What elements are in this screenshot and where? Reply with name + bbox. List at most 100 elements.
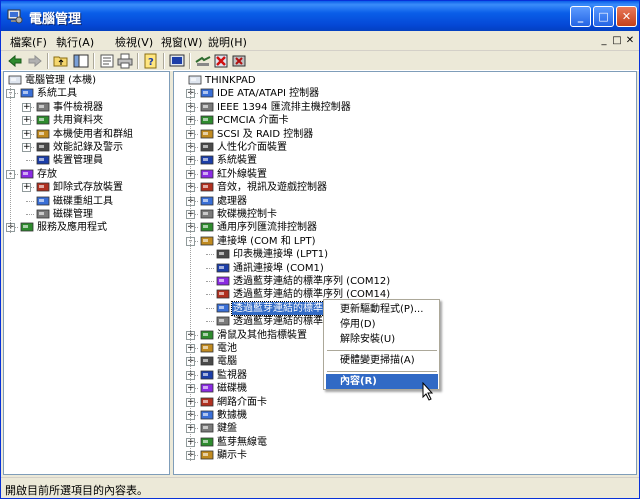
tree-trunk-line — [10, 86, 11, 234]
console-tree-pane[interactable]: 電腦管理 (本機) - 系統工具 + 事件檢視器 + 共用資料夾 + 本機使用者和群組 + 效能記錄… — [3, 71, 170, 475]
device-category-icon — [200, 142, 214, 152]
device-category-icon — [200, 343, 214, 353]
title-bar[interactable]: 電腦管理 _ □ ✕ — [1, 1, 639, 31]
menu-update-driver[interactable]: 更新驅動程式(P)... — [326, 302, 438, 317]
tree-item-label: 磁碟重組工具 — [53, 195, 113, 207]
device-category-icon — [216, 316, 230, 326]
tree-item-label: IDE ATA/ATAPI 控制器 — [217, 88, 320, 100]
device-category-icon — [216, 303, 230, 313]
show-hide-tree-icon[interactable] — [73, 53, 89, 69]
toolbar-separator — [163, 53, 165, 69]
device-category-icon — [36, 129, 50, 138]
device-category-icon — [36, 182, 50, 192]
tree-item-label: 監視器 — [217, 369, 247, 381]
menu-separator — [327, 371, 437, 372]
device-category-icon — [216, 249, 230, 259]
tree-item-label: 卸除式存放裝置 — [53, 182, 123, 194]
device-category-icon — [216, 276, 230, 286]
tree-item-label: 共用資料夾 — [53, 115, 103, 127]
computer-icon — [8, 75, 22, 85]
tree-item-label: 透過藍芽連結的標準 — [233, 316, 323, 328]
device-category-icon — [36, 196, 50, 205]
menu-action[interactable]: 執行(A) — [56, 34, 94, 50]
tree-item-label: 系統工具 — [37, 88, 77, 100]
mdi-minimize-button[interactable]: _ — [597, 35, 611, 47]
up-folder-icon[interactable] — [53, 53, 69, 69]
tree-item-label: 通訊連接埠 (COM1) — [233, 262, 324, 274]
computer-management-window: 電腦管理 _ □ ✕ 檔案(F) 執行(A) 檢視(V) 視窗(W) 說明(H)… — [0, 0, 640, 499]
device-category-icon — [20, 222, 34, 232]
tree-root-label: 電腦管理 (本機) — [25, 75, 96, 86]
tree-item-label: 連接埠 (COM 和 LPT) — [217, 235, 316, 247]
expand-toggle[interactable]: + — [22, 129, 31, 139]
menu-separator — [327, 350, 437, 351]
device-category-icon — [200, 236, 214, 246]
device-category-icon — [36, 115, 50, 125]
device-category-icon — [200, 88, 214, 98]
toolbar-separator — [93, 53, 95, 69]
minimize-button[interactable]: _ — [570, 6, 591, 27]
scan-hardware-icon[interactable] — [195, 53, 211, 69]
device-category-icon — [200, 330, 214, 339]
menu-window[interactable]: 視窗(W) — [161, 34, 202, 50]
device-category-icon — [200, 115, 214, 125]
tree-item-label: 電腦 — [217, 356, 237, 368]
device-category-icon — [200, 169, 214, 179]
tree-item-label: 人性化介面裝置 — [217, 142, 287, 153]
tree-item-label: 通用序列匯流排控制器 — [217, 222, 317, 234]
console-icon[interactable] — [169, 53, 185, 69]
tree-connector — [206, 294, 214, 296]
expand-toggle[interactable]: + — [22, 102, 31, 112]
tree-item-label: 網路介面卡 — [217, 396, 267, 408]
mdi-close-button[interactable]: ✕ — [623, 35, 637, 47]
menu-scan-hardware-changes[interactable]: 硬體變更掃描(A) — [326, 353, 438, 368]
menu-bar: 檔案(F) 執行(A) 檢視(V) 視窗(W) 說明(H) _ □ ✕ — [1, 31, 639, 51]
tree-connector — [206, 321, 214, 323]
window-title: 電腦管理 — [29, 12, 82, 27]
device-category-icon — [20, 88, 34, 98]
toolbar-separator — [189, 53, 191, 69]
expand-toggle[interactable]: + — [22, 143, 31, 152]
tree-item-label: 本機使用者和群組 — [53, 128, 133, 140]
help-icon[interactable]: ? — [143, 53, 159, 69]
device-category-icon — [200, 196, 214, 205]
menu-file[interactable]: 檔案(F) — [10, 34, 47, 50]
tree-item-label: 顯示卡 — [217, 450, 247, 462]
maximize-button[interactable]: □ — [593, 6, 614, 27]
tree-item-label: 鍵盤 — [217, 423, 237, 435]
tree-connector — [26, 160, 34, 162]
tree-item-label: 音效，視訊及遊戲控制器 — [217, 182, 327, 194]
tree-root-label: THINKPAD — [205, 75, 256, 86]
tree-item-label: PCMCIA 介面卡 — [217, 115, 289, 127]
tree-item-label: 服務及應用程式 — [37, 222, 107, 234]
device-category-icon — [216, 263, 230, 272]
menu-help[interactable]: 說明(H) — [208, 34, 247, 50]
tree-item-label: 透過藍芽連結的標準序列 (COM12) — [233, 276, 391, 287]
menu-disable[interactable]: 停用(D) — [326, 317, 438, 332]
status-text: 開啟目前所選項目的內容表。 — [5, 484, 148, 497]
mouse-pointer-icon — [422, 382, 434, 401]
tree-item-label: 滑鼠及其他指標裝置 — [217, 329, 307, 341]
expand-toggle[interactable]: + — [22, 116, 31, 126]
device-category-icon — [20, 169, 34, 179]
expand-toggle[interactable]: + — [22, 183, 31, 193]
tree-item-label: IEEE 1394 匯流排主機控制器 — [217, 101, 351, 113]
print-icon[interactable] — [117, 53, 133, 69]
uninstall-icon[interactable] — [213, 53, 229, 69]
forward-arrow-icon[interactable] — [27, 53, 43, 69]
disable-icon[interactable] — [231, 53, 247, 69]
menu-view[interactable]: 檢視(V) — [115, 34, 153, 50]
device-category-icon — [200, 356, 214, 366]
tree-trunk-line — [190, 86, 191, 462]
context-menu: 更新驅動程式(P)... 停用(D) 解除安裝(U) 硬體變更掃描(A) 內容(… — [323, 299, 440, 390]
toolbar-separator — [137, 53, 139, 69]
tree-item-label: 裝置管理員 — [53, 155, 103, 167]
back-arrow-icon[interactable] — [7, 53, 23, 69]
tree-connector — [206, 254, 214, 256]
mdi-restore-button[interactable]: □ — [610, 35, 624, 47]
menu-uninstall[interactable]: 解除安裝(U) — [326, 332, 438, 347]
properties-icon[interactable] — [99, 53, 115, 69]
close-button[interactable]: ✕ — [616, 6, 637, 27]
tree-connector — [206, 267, 214, 269]
device-tree-pane[interactable]: THINKPAD + IDE ATA/ATAPI 控制器 + IEEE 1394 匯流排… — [173, 71, 637, 475]
